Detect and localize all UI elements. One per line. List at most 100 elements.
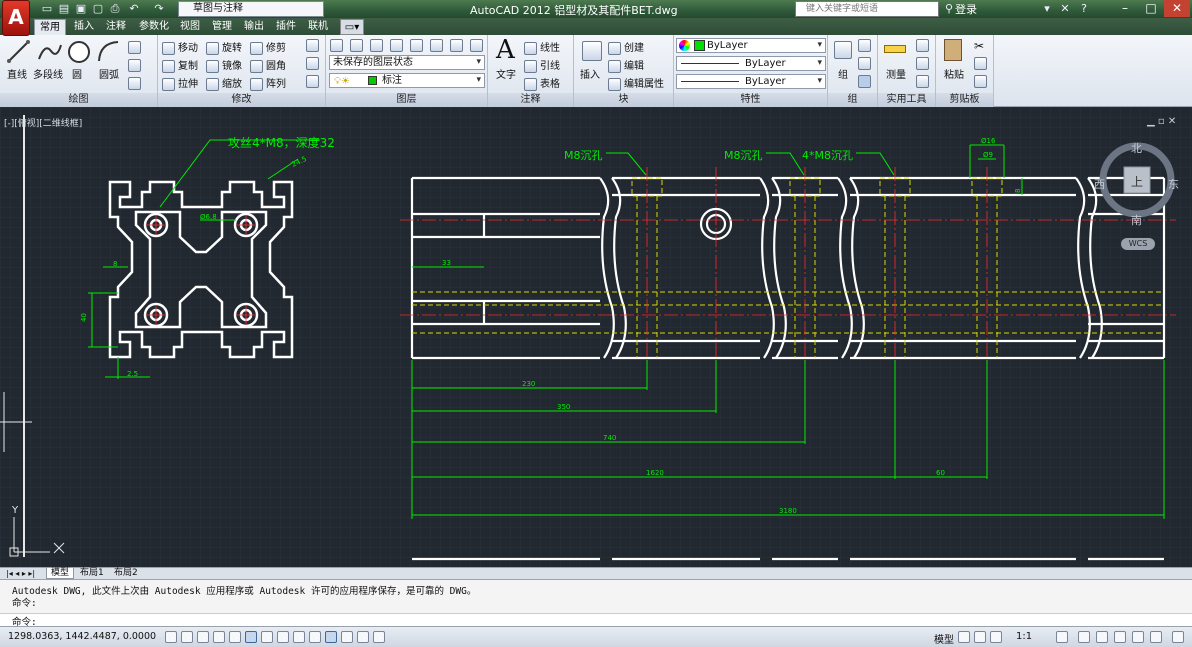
model-space-button[interactable]: 模型 [934,631,954,646]
lock-icon[interactable] [1096,631,1108,643]
print-icon[interactable]: ⎙ [108,2,122,16]
select-all-icon[interactable] [916,57,929,70]
isolate-objects-icon[interactable] [1132,631,1144,643]
tab-manage[interactable]: 管理 [208,19,236,35]
layer-select[interactable]: 💡︎☀ 标注 [329,73,485,88]
block-panel-title[interactable]: 块 [574,93,673,107]
lineweight-icon[interactable] [325,631,337,643]
explode-icon[interactable] [306,57,319,70]
grid-display-icon[interactable] [197,631,209,643]
tab-online[interactable]: 联机 [304,19,332,35]
clipboard-panel-title[interactable]: 剪贴板 [936,93,993,107]
arc-icon[interactable] [96,39,122,65]
drawing-area[interactable]: 攻丝4*M8，深度32 24.5 Ø6.8 8 40 2.5 M8沉孔 M8沉孔… [0,107,1192,567]
viewcube-east[interactable]: 东 [1168,176,1179,192]
layers-panel-title[interactable]: 图层 [326,93,487,107]
maximize-button[interactable]: □ [1138,0,1164,17]
linear-button[interactable]: 线性 [524,39,560,55]
circle-icon[interactable] [66,39,92,65]
tab-insert[interactable]: 插入 [70,19,98,35]
hardware-accel-icon[interactable] [1114,631,1126,643]
tab-nav-buttons[interactable]: |◂ ◂ ▸ ▸| [2,568,39,579]
tab-layout2[interactable]: 布局2 [110,568,142,579]
infer-constraints-icon[interactable] [165,631,177,643]
drawing-svg[interactable]: 攻丝4*M8，深度32 24.5 Ø6.8 8 40 2.5 M8沉孔 M8沉孔… [0,107,1192,567]
properties-panel-title[interactable]: 特性 [674,93,827,107]
object-snap-icon[interactable] [245,631,257,643]
group-select-icon[interactable] [858,75,871,88]
paste-icon[interactable] [944,39,962,61]
tab-parametric[interactable]: 参数化 [134,19,174,35]
cut-icon[interactable]: ✂ [974,39,984,53]
quick-view-drawings-icon[interactable] [974,631,986,643]
copy-clip-icon[interactable] [974,57,987,70]
viewcube-top[interactable]: 上 [1131,173,1143,190]
quick-view-layouts-icon[interactable] [958,631,970,643]
edit-block-button[interactable]: 编辑 [608,57,644,73]
layer-tool-icon[interactable] [370,39,383,52]
workspace-select[interactable]: 草图与注释 [178,1,324,17]
command-input[interactable]: 命令: [0,613,1192,628]
tab-extra[interactable]: ▭▾ [340,19,364,35]
leader-button[interactable]: 引线 [524,57,560,73]
stretch-button[interactable]: 拉伸 [162,75,198,91]
tab-plugins[interactable]: 插件 [272,19,300,35]
insert-icon[interactable] [582,41,602,61]
measure-icon[interactable] [884,45,906,53]
layer-tool-icon[interactable] [350,39,363,52]
lineweight-select[interactable]: ByLayer [676,74,826,89]
viewcube-south[interactable]: 南 [1131,212,1142,228]
layer-tool-icon[interactable] [470,39,483,52]
group-icon[interactable] [834,41,852,59]
wcs-menu[interactable]: WCS [1121,238,1155,250]
tab-annotate[interactable]: 注释 [102,19,130,35]
layer-tool-icon[interactable] [430,39,443,52]
ungroup-icon[interactable] [858,39,871,52]
new-icon[interactable]: ▭ [40,2,54,16]
paste-button[interactable]: 粘贴 [944,66,964,81]
transparency-icon[interactable] [341,631,353,643]
lightbulb-status-icon[interactable] [1150,631,1162,643]
line-icon[interactable] [6,39,32,65]
coordinates-readout[interactable]: 1298.0363, 1442.4487, 0.0000 [8,631,156,642]
dropdown-icon[interactable]: ▾ [1040,2,1054,16]
search-input[interactable]: 键入关键字或短语 [795,1,939,17]
polyline-button[interactable]: 多段线 [33,66,63,81]
help-icon[interactable]: ? [1077,2,1091,16]
hatch-icon[interactable] [128,59,141,72]
polyline-icon[interactable] [37,39,63,65]
quick-select-icon[interactable] [916,39,929,52]
erase-icon[interactable] [306,39,319,52]
tab-layout1[interactable]: 布局1 [76,568,108,579]
close-button[interactable]: ✕ [1164,0,1190,17]
undo-icon[interactable]: ↶ [127,2,141,16]
scale-button[interactable]: 缩放 [206,75,242,91]
login-button[interactable]: 登录 [955,1,977,17]
viewcube-west[interactable]: 西 [1094,176,1105,192]
color-select[interactable]: ByLayer [676,38,826,53]
pan-icon[interactable] [990,631,1002,643]
snap-mode-icon[interactable] [181,631,193,643]
tab-view[interactable]: 视图 [176,19,204,35]
tab-output[interactable]: 输出 [240,19,268,35]
array-button[interactable]: 阵列 [250,75,286,91]
layer-properties-icon[interactable] [330,39,343,52]
saveas-icon[interactable]: ▢ [91,2,105,16]
layer-tool-icon[interactable] [390,39,403,52]
layer-state-select[interactable]: 未保存的图层状态 [329,55,485,70]
arc-button[interactable]: 圆弧 [99,66,119,81]
exchange-icon[interactable]: ✕ [1058,2,1072,16]
open-icon[interactable]: ▤ [57,2,71,16]
modify-panel-title[interactable]: 修改 [158,93,325,107]
utilities-panel-title[interactable]: 实用工具 [878,93,935,107]
mirror-button[interactable]: 镜像 [206,57,242,73]
tab-home[interactable]: 常用 [34,19,66,35]
annotation-panel-title[interactable]: 注释 [488,93,573,107]
redo-icon[interactable]: ↷ [152,2,166,16]
insert-button[interactable]: 插入 [580,66,600,81]
ortho-mode-icon[interactable] [213,631,225,643]
rotate-button[interactable]: 旋转 [206,39,242,55]
binoculars-icon[interactable]: ⚲ [942,2,956,16]
ducs-icon[interactable] [293,631,305,643]
rectangle-icon[interactable] [128,41,141,54]
